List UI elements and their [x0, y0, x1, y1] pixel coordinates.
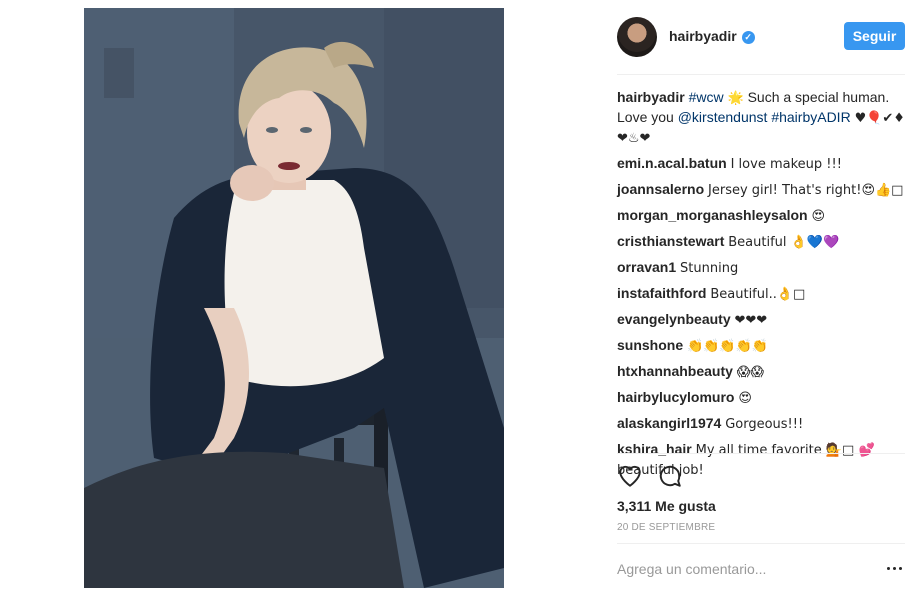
list-item: morgan_morganashleysalon 😍: [617, 206, 907, 226]
hashtag-link[interactable]: #wcw: [689, 89, 724, 105]
comment-username[interactable]: instafaithford: [617, 285, 706, 301]
list-item: joannsalerno Jersey girl! That's right!😍…: [617, 180, 907, 200]
comment-text: Beautiful..👌□: [710, 287, 806, 302]
list-item: htxhannahbeauty 😱😱: [617, 362, 907, 382]
comment-username[interactable]: joannsalerno: [617, 181, 704, 197]
comment-text: Stunning: [680, 261, 739, 276]
comment-username[interactable]: alaskangirl1974: [617, 415, 721, 431]
post-photo-illustration: [84, 8, 504, 588]
list-item: cristhianstewart Beautiful 👌💙💜: [617, 232, 907, 252]
list-item: hairbylucylomuro 😍: [617, 388, 907, 408]
list-item: sunshone 👏👏👏👏👏: [617, 336, 907, 356]
comment-username[interactable]: kshira_hair: [617, 441, 692, 457]
actions-divider: [617, 453, 905, 454]
comment-username[interactable]: sunshone: [617, 337, 683, 353]
comment-text: I love makeup !!!: [730, 157, 842, 172]
avatar[interactable]: [617, 17, 657, 57]
comment-text: 😱😱: [736, 365, 764, 380]
sparkle-icon: 🌟: [727, 91, 744, 106]
header-divider: [617, 74, 905, 75]
list-item: alaskangirl1974 Gorgeous!!!: [617, 414, 907, 434]
post-sidebar: hairbyadir ✓ Seguir hairbyadir #wcw 🌟 Suc…: [617, 0, 907, 593]
post-header: hairbyadir ✓ Seguir: [617, 14, 907, 60]
comment-username[interactable]: morgan_morganashleysalon: [617, 207, 808, 223]
comment-username[interactable]: emi.n.acal.batun: [617, 155, 727, 171]
list-item: emi.n.acal.batun I love makeup !!!: [617, 154, 907, 174]
comment-username[interactable]: cristhianstewart: [617, 233, 724, 249]
comments-list: hairbyadir #wcw 🌟 Such a special human. …: [617, 88, 907, 486]
post-actions: [617, 463, 717, 489]
list-item: evangelynbeauty ❤❤❤: [617, 310, 907, 330]
likes-count[interactable]: 3,311 Me gusta: [617, 498, 716, 514]
comment-username[interactable]: htxhannahbeauty: [617, 363, 733, 379]
header-username[interactable]: hairbyadir ✓: [669, 28, 755, 44]
header-username-text[interactable]: hairbyadir: [669, 28, 737, 44]
caption-username[interactable]: hairbyadir: [617, 89, 685, 105]
comment-text: 😍: [811, 209, 826, 224]
follow-button[interactable]: Seguir: [844, 22, 905, 50]
list-item: orravan1 Stunning: [617, 258, 907, 278]
comment-text: 😍: [738, 391, 752, 406]
hashtag-link-2[interactable]: #hairbyADIR: [771, 109, 850, 125]
comment-text: 👏👏👏👏👏: [687, 339, 768, 354]
comment-text: Gorgeous!!!: [725, 417, 804, 432]
caption: hairbyadir #wcw 🌟 Such a special human. …: [617, 88, 907, 148]
comment-text: Beautiful 👌💙💜: [728, 235, 840, 250]
speech-bubble-icon[interactable]: [657, 463, 683, 489]
comment-username[interactable]: orravan1: [617, 259, 676, 275]
comment-text: Jersey girl! That's right!😍👍□: [708, 183, 904, 198]
post-date[interactable]: 20 DE SEPTIEMBRE: [617, 522, 715, 533]
ellipsis-icon[interactable]: [887, 562, 905, 574]
comment-username[interactable]: hairbylucylomuro: [617, 389, 734, 405]
post-photo[interactable]: [84, 8, 504, 588]
list-item: instafaithford Beautiful..👌□: [617, 284, 907, 304]
heart-outline-icon[interactable]: [617, 463, 643, 489]
mention-link[interactable]: @kirstendunst: [678, 109, 768, 125]
comment-username[interactable]: evangelynbeauty: [617, 311, 731, 327]
comment-input[interactable]: [617, 558, 867, 580]
comment-divider: [617, 543, 905, 544]
verified-badge-icon: ✓: [741, 31, 755, 44]
comment-text: ❤❤❤: [734, 313, 768, 328]
